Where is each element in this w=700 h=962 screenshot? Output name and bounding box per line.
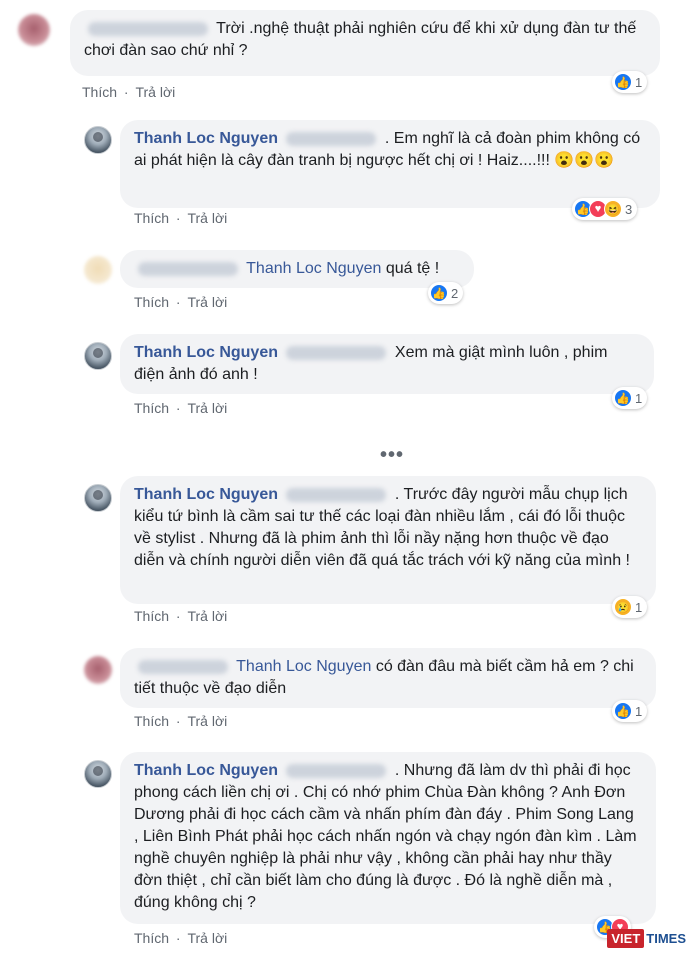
like-icon: 👍	[614, 702, 632, 720]
avatar[interactable]	[84, 256, 112, 284]
comment-bubble: Thanh Loc Nguyen . Nhưng đã làm dv thì p…	[120, 752, 656, 924]
reaction-count: 1	[635, 390, 643, 406]
like-icon: 👍	[614, 389, 632, 407]
comment-actions: Thích · Trả lời	[134, 294, 228, 310]
avatar[interactable]	[84, 484, 112, 512]
sad-icon: 😢	[614, 598, 632, 616]
comment-actions: Thích · Trả lời	[134, 930, 228, 946]
reaction-summary[interactable]: 😢 1	[612, 596, 648, 618]
reaction-count: 1	[635, 703, 643, 719]
comment-bubble: Thanh Loc Nguyen quá tệ !	[120, 250, 474, 288]
mention-tag[interactable]: Thanh Loc Nguyen	[246, 260, 381, 277]
avatar[interactable]	[84, 760, 112, 788]
avatar[interactable]	[84, 126, 112, 154]
reaction-count: 3	[625, 201, 633, 217]
author-name[interactable]: Thanh Loc Nguyen	[134, 486, 278, 503]
reply-link[interactable]: Trả lời	[187, 930, 227, 946]
blurred-tag[interactable]	[286, 763, 387, 778]
comment-thread: Trời .nghệ thuật phải nghiên cứu để khi …	[0, 0, 700, 962]
like-icon: 👍	[614, 73, 632, 91]
mention-tag[interactable]: Thanh Loc Nguyen	[236, 658, 371, 675]
blurred-author-name[interactable]	[88, 21, 208, 36]
comment-text: . Nhưng đã làm dv thì phải đi học phong …	[134, 762, 637, 911]
comment-bubble: Thanh Loc Nguyen Xem mà giật mình luôn ,…	[120, 334, 654, 394]
like-link[interactable]: Thích	[134, 930, 169, 946]
blurred-author-name[interactable]	[138, 659, 228, 674]
avatar[interactable]	[18, 14, 50, 46]
comment-actions: Thích · Trả lời	[134, 210, 228, 226]
more-replies-icon[interactable]: •••	[380, 444, 404, 467]
haha-icon: 😆	[604, 200, 622, 218]
like-link[interactable]: Thích	[134, 713, 169, 729]
comment-bubble: Trời .nghệ thuật phải nghiên cứu để khi …	[70, 10, 660, 76]
reaction-count: 2	[451, 285, 459, 301]
reaction-summary[interactable]: 👍 1	[612, 71, 648, 93]
like-link[interactable]: Thích	[134, 294, 169, 310]
reply-link[interactable]: Trả lời	[187, 713, 227, 729]
avatar[interactable]	[84, 342, 112, 370]
author-name[interactable]: Thanh Loc Nguyen	[134, 130, 278, 147]
comment-actions: Thích · Trả lời	[134, 400, 228, 416]
blurred-author-name[interactable]	[138, 261, 238, 276]
reply-link[interactable]: Trả lời	[187, 210, 227, 226]
comment-actions: Thích · Trả lời	[82, 84, 176, 100]
comment-actions: Thích · Trả lời	[134, 713, 228, 729]
avatar[interactable]	[84, 656, 112, 684]
blurred-tag[interactable]	[286, 131, 377, 146]
reply-link[interactable]: Trả lời	[135, 84, 175, 100]
like-link[interactable]: Thích	[82, 84, 117, 100]
reaction-summary[interactable]: 👍 1	[612, 387, 648, 409]
watermark-box: VIET	[607, 929, 645, 948]
comment-bubble: Thanh Loc Nguyen có đàn đâu mà biết cầm …	[120, 648, 656, 708]
author-name[interactable]: Thanh Loc Nguyen	[134, 762, 278, 779]
comment-bubble: Thanh Loc Nguyen . Em nghĩ là cả đoàn ph…	[120, 120, 660, 208]
reaction-summary[interactable]: 👍 2	[428, 282, 464, 304]
watermark-text: TIMES	[646, 931, 686, 946]
like-link[interactable]: Thích	[134, 210, 169, 226]
reply-link[interactable]: Trả lời	[187, 294, 227, 310]
reply-link[interactable]: Trả lời	[187, 400, 227, 416]
reaction-count: 1	[635, 599, 643, 615]
reaction-summary[interactable]: 👍 1	[612, 700, 648, 722]
blurred-tag[interactable]	[286, 487, 387, 502]
like-link[interactable]: Thích	[134, 608, 169, 624]
reaction-count: 1	[635, 74, 643, 90]
comment-actions: Thích · Trả lời	[134, 608, 228, 624]
author-name[interactable]: Thanh Loc Nguyen	[134, 344, 278, 361]
reply-link[interactable]: Trả lời	[187, 608, 227, 624]
watermark-logo: VIET TIMES	[607, 929, 686, 948]
like-icon: 👍	[430, 284, 448, 302]
reaction-summary[interactable]: 👍 ♥ 😆 3	[572, 198, 638, 220]
blurred-tag[interactable]	[286, 345, 387, 360]
like-link[interactable]: Thích	[134, 400, 169, 416]
comment-bubble: Thanh Loc Nguyen . Trước đây người mẫu c…	[120, 476, 656, 604]
comment-text: quá tệ !	[385, 260, 440, 277]
